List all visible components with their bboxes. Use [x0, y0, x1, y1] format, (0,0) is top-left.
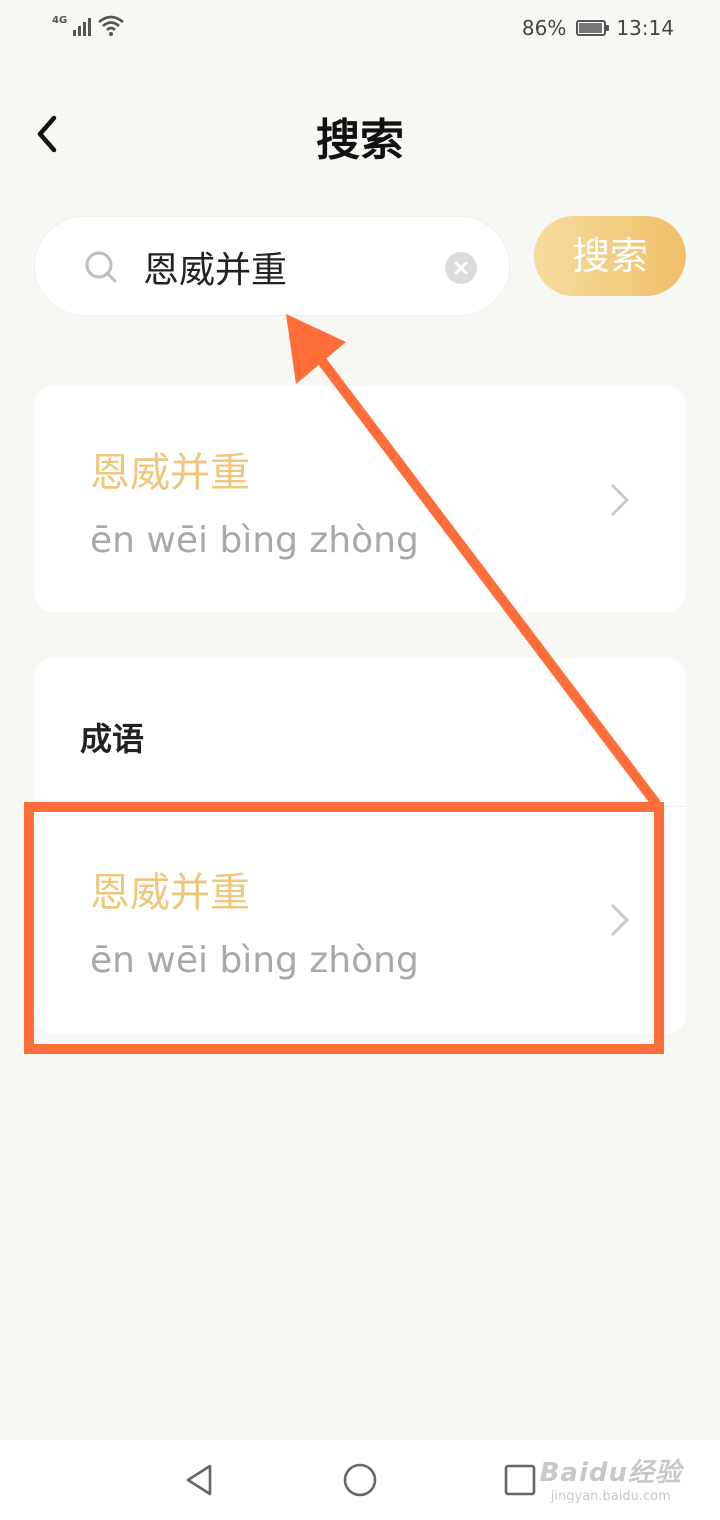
nav-back-button[interactable]: [180, 1460, 220, 1500]
search-icon: [85, 251, 117, 283]
result-item[interactable]: 恩威并重 ēn wēi bìng zhòng: [34, 386, 686, 612]
nav-home-button[interactable]: [340, 1460, 380, 1500]
network-type-label: 4G: [52, 15, 68, 26]
square-recent-icon: [504, 1464, 536, 1496]
result-word: 恩威并重: [90, 450, 250, 496]
search-box[interactable]: [34, 216, 510, 316]
header: 搜索: [0, 96, 720, 176]
section-heading: 成语: [80, 720, 145, 758]
status-right: 86% 13:14: [522, 16, 674, 40]
signal-icon: [73, 14, 92, 36]
nav-recent-button[interactable]: [500, 1460, 540, 1500]
status-bar: 4G 86% 13:14: [0, 0, 720, 56]
result-pinyin: ēn wēi bìng zhòng: [90, 940, 419, 981]
wifi-icon: [98, 15, 125, 36]
watermark: Baidu经验 jingyan.baidu.com: [540, 1452, 682, 1504]
chevron-right-icon: [611, 484, 629, 516]
result-word: 恩威并重: [90, 870, 250, 916]
watermark-sub: jingyan.baidu.com: [550, 1489, 671, 1504]
search-button[interactable]: 搜索: [534, 216, 686, 296]
battery-level: [579, 23, 602, 33]
triangle-back-icon: [186, 1464, 212, 1496]
clear-button[interactable]: [445, 252, 477, 284]
watermark-main: Baidu经验: [539, 1458, 682, 1488]
battery-percent: 86%: [521, 16, 567, 40]
idiom-result-item[interactable]: 恩威并重 ēn wēi bìng zhòng: [34, 806, 686, 1034]
clock: 13:14: [616, 16, 674, 40]
clear-icon: [454, 261, 468, 275]
search-input[interactable]: [143, 239, 443, 295]
chevron-right-icon: [611, 904, 629, 936]
result-card-top: 恩威并重 ēn wēi bìng zhòng: [34, 386, 686, 612]
battery-icon: [576, 20, 610, 36]
idiom-section-card: 成语 恩威并重 ēn wēi bìng zhòng: [34, 658, 686, 1034]
status-left: 4G: [52, 14, 125, 36]
page-title: 搜索: [316, 115, 404, 166]
circle-home-icon: [343, 1463, 377, 1497]
result-pinyin: ēn wēi bìng zhòng: [90, 520, 419, 561]
